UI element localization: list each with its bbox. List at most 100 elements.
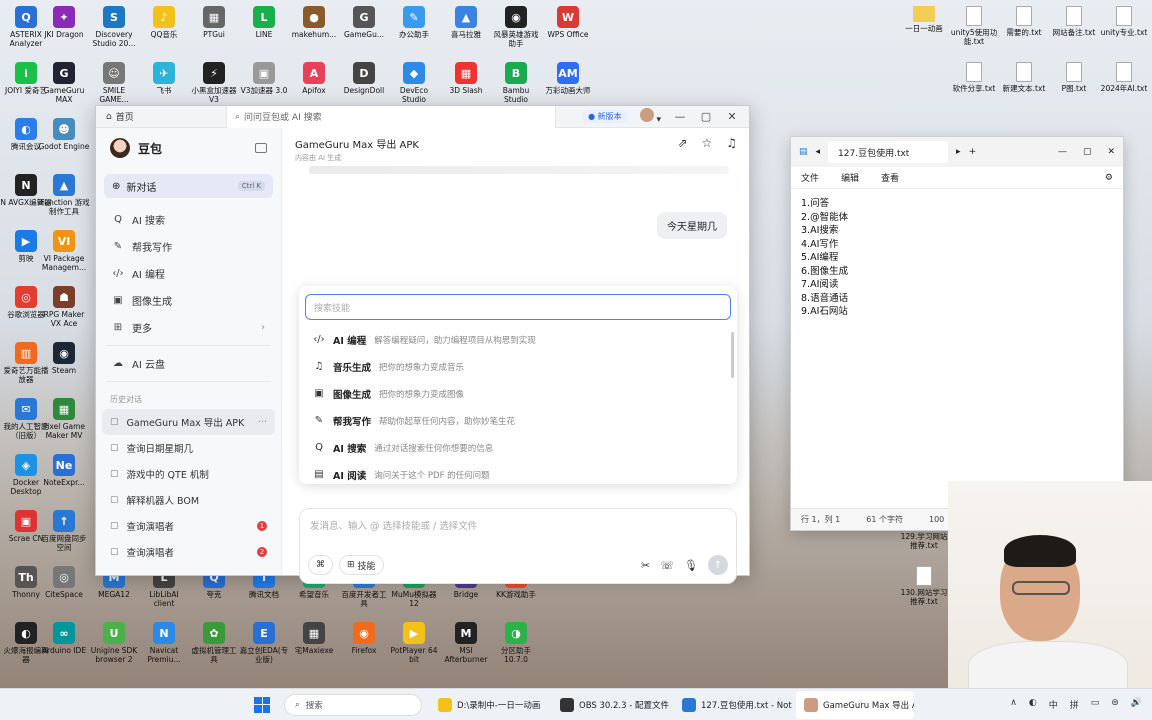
desktop-icon[interactable]: ☺ SMILE GAME... bbox=[88, 62, 140, 104]
history-item[interactable]: ▢ 解释机器人 BOM bbox=[102, 487, 275, 513]
desktop-icon[interactable]: ↑ 百度网盘同步空间 bbox=[38, 510, 90, 552]
taskbar-app[interactable]: D:\录制中-一日一动画 bbox=[430, 691, 548, 719]
desktop-icon[interactable]: Ne NoteExpr... bbox=[38, 454, 90, 496]
tray-icon[interactable]: 中 bbox=[1049, 698, 1058, 711]
desktop-icon[interactable]: ▦ Pixel Game Maker MV bbox=[38, 398, 90, 440]
history-item[interactable]: ▢ 查询演唱者 1 bbox=[102, 513, 275, 539]
skill-item[interactable]: ‹/› AI 编程 解答编程疑问，助力编程项目从构思到实现 bbox=[299, 326, 737, 353]
tray-icon[interactable]: ◐ bbox=[1029, 698, 1037, 711]
settings-gear-icon[interactable]: ⚙ bbox=[1105, 173, 1113, 183]
desktop-icon[interactable]: ✦ JKI Dragon bbox=[38, 6, 90, 48]
notepad-tab[interactable]: 127.豆包使用.txt bbox=[828, 141, 949, 163]
desktop-icon[interactable]: ✈ 飞书 bbox=[138, 62, 190, 104]
collapse-sidebar-icon[interactable] bbox=[255, 143, 267, 153]
desktop-icon[interactable]: ⚡ 小黑盒加速器 V3 bbox=[188, 62, 240, 104]
history-item[interactable]: ▢ GameGuru Max 导出 APK ··· bbox=[102, 409, 275, 435]
minimize-button[interactable]: — bbox=[1058, 147, 1067, 157]
tab-home[interactable]: ⌂ 首页 bbox=[96, 110, 226, 124]
desktop-icon[interactable]: G GameGuru MAX bbox=[38, 62, 90, 104]
desktop-icon[interactable]: ☻ Godot Engine bbox=[38, 118, 90, 160]
sidebar-item-writing[interactable]: ✎ 帮我写作 bbox=[96, 233, 281, 260]
new-tab-button[interactable]: + bbox=[969, 147, 977, 157]
microphone-icon[interactable]: 🎙 bbox=[684, 559, 698, 572]
desktop-icon[interactable]: ☗ RPG Maker VX Ace bbox=[38, 286, 90, 328]
desktop-file[interactable]: unity5使用功能.txt bbox=[948, 6, 1000, 46]
desktop-icon[interactable]: ∞ Arduino IDE bbox=[38, 622, 90, 664]
desktop-icon[interactable]: VI VI Package Managem... bbox=[38, 230, 90, 272]
desktop-icon[interactable]: ◑ 分区助手10.7.0 bbox=[490, 622, 542, 664]
sidebar-item-coding[interactable]: ‹/› AI 编程 bbox=[96, 260, 281, 287]
desktop-icon[interactable]: ◉ Steam bbox=[38, 342, 90, 384]
skill-scrollbar[interactable] bbox=[731, 332, 734, 378]
desktop-icon[interactable]: ✎ 办公助手 bbox=[388, 6, 440, 48]
taskbar-search[interactable]: ⌕ 搜索 bbox=[284, 693, 422, 716]
sidebar-item-search[interactable]: Q AI 搜索 bbox=[96, 206, 281, 233]
message-input[interactable]: 发消息、输入 @ 选择技能或 / 选择文件 bbox=[300, 509, 736, 541]
desktop-file[interactable]: 130.网站学习推荐.txt bbox=[898, 566, 950, 606]
new-chat-button[interactable]: ⊕ 新对话 Ctrl K bbox=[104, 174, 273, 198]
desktop-icon[interactable]: ◆ DevEco Studio bbox=[388, 62, 440, 104]
close-button[interactable]: ✕ bbox=[725, 110, 739, 123]
desktop-icon[interactable]: ✿ 虚拟机管理工具 bbox=[188, 622, 240, 664]
attach-button[interactable]: ⌘ bbox=[308, 555, 333, 575]
taskbar-app[interactable]: 127.豆包使用.txt - Notep bbox=[674, 691, 792, 719]
desktop-icon[interactable]: ▣ V3加速器 3.0 bbox=[238, 62, 290, 104]
more-options-icon[interactable]: ··· bbox=[258, 417, 267, 428]
taskbar-app[interactable]: OBS 30.2.3 - 配置文件 bbox=[552, 691, 670, 719]
skill-item[interactable]: ▤ AI 阅读 询问关于这个 PDF 的任何问题 bbox=[299, 461, 737, 488]
notepad-text-area[interactable]: 1.问答 2.@智能体 3.AI搜索 4.AI写作 5.AI编程 6.图像生成 7.AI阅读… bbox=[791, 189, 1123, 327]
new-version-badge[interactable]: ● 新版本 bbox=[582, 110, 628, 123]
sidebar-item-image[interactable]: ▣ 图像生成 bbox=[96, 287, 281, 314]
desktop-icon[interactable]: ◉ Firefox bbox=[338, 622, 390, 664]
user-avatar-menu[interactable]: ▾ bbox=[639, 108, 661, 125]
scissors-icon[interactable]: ✂ bbox=[641, 559, 650, 572]
tab-left-arrow[interactable]: ◂ bbox=[816, 147, 821, 157]
desktop-icon[interactable]: M MSI Afterburner bbox=[440, 622, 492, 664]
taskbar-app[interactable]: GameGuru Max 导出 AF bbox=[796, 690, 914, 719]
tab-right-arrow[interactable]: ▸ bbox=[956, 147, 961, 157]
history-item[interactable]: ▢ 游戏中的 QTE 机制 bbox=[102, 461, 275, 487]
desktop-icon[interactable]: ▦ 宅Maxiexe bbox=[288, 622, 340, 664]
desktop-file[interactable]: 软件分享.txt bbox=[948, 62, 1000, 102]
desktop-icon[interactable]: N Navicat Premiu... bbox=[138, 622, 190, 664]
desktop-icon[interactable]: S Discovery Studio 20... bbox=[88, 6, 140, 48]
search-tab[interactable]: ⌕ 问问豆包或 AI 搜索 bbox=[226, 105, 556, 128]
send-button[interactable]: ↑ bbox=[708, 555, 728, 575]
desktop-icon[interactable]: ◉ 风暴英雄游戏助手 bbox=[490, 6, 542, 48]
desktop-icon[interactable]: ♪ QQ音乐 bbox=[138, 6, 190, 48]
sidebar-item-more[interactable]: ⊞ 更多 › bbox=[96, 314, 281, 341]
maximize-button[interactable]: ▢ bbox=[1083, 147, 1092, 157]
history-item[interactable]: ▢ 查询日期星期几 bbox=[102, 435, 275, 461]
desktop-file[interactable]: 网站备注.txt bbox=[1048, 6, 1100, 46]
skill-item[interactable]: ✎ 帮我写作 帮助你起草任何内容，助你妙笔生花 bbox=[299, 407, 737, 434]
desktop-icon[interactable]: AM 万彩动画大师 bbox=[542, 62, 594, 104]
tray-icon[interactable]: ⊜ bbox=[1111, 698, 1119, 711]
tray-icon[interactable]: ▭ bbox=[1091, 698, 1100, 711]
tray-icon[interactable]: 拼 bbox=[1070, 698, 1079, 711]
desktop-icon[interactable]: ▲ iFunction 游戏制作工具 bbox=[38, 174, 90, 216]
phone-icon[interactable]: ☏ bbox=[660, 559, 674, 572]
desktop-file[interactable]: 需要的.txt bbox=[998, 6, 1050, 46]
menu-view[interactable]: 查看 bbox=[881, 171, 899, 184]
desktop-icon[interactable]: G GameGu... bbox=[338, 6, 390, 48]
desktop-icon[interactable]: ▲ 喜马拉雅 bbox=[440, 6, 492, 48]
skill-button[interactable]: ⊞ 技能 bbox=[339, 555, 384, 575]
bell-icon[interactable]: ♫ bbox=[726, 136, 737, 150]
start-button[interactable] bbox=[254, 696, 270, 713]
desktop-file[interactable]: 新建文本.txt bbox=[998, 62, 1050, 102]
desktop-icon[interactable]: D DesignDoll bbox=[338, 62, 390, 104]
desktop-icon[interactable]: ▦ 3D Slash bbox=[440, 62, 492, 104]
desktop-icon[interactable]: W WPS Office bbox=[542, 6, 594, 48]
skill-item[interactable]: Q AI 搜索 通过对话搜索任何你想要的信息 bbox=[299, 434, 737, 461]
tray-icon[interactable]: ∧ bbox=[1010, 698, 1017, 711]
history-item[interactable]: ▢ 查询演唱者 2 bbox=[102, 539, 275, 565]
tray-icon[interactable]: 🔊 bbox=[1131, 698, 1142, 711]
desktop-icon[interactable]: L LINE bbox=[238, 6, 290, 48]
desktop-icon[interactable]: ● makehum... bbox=[288, 6, 340, 48]
desktop-icon[interactable]: ▦ PTGui bbox=[188, 6, 240, 48]
skill-item[interactable]: ♫ 音乐生成 把你的想象力变成音乐 bbox=[299, 353, 737, 380]
skill-search-input[interactable]: 搜索技能 bbox=[305, 294, 731, 320]
sidebar-item-cloud[interactable]: ☁ AI 云盘 bbox=[96, 350, 281, 377]
desktop-icon[interactable]: ◎ CiteSpace bbox=[38, 566, 90, 608]
close-button[interactable]: ✕ bbox=[1107, 147, 1115, 157]
